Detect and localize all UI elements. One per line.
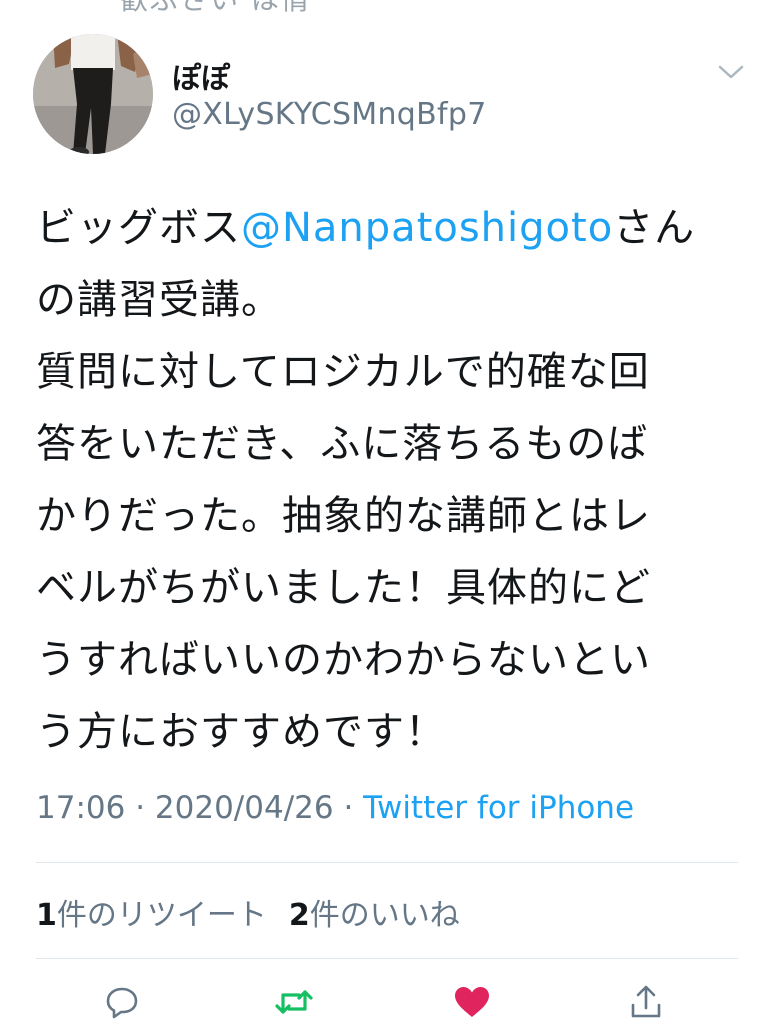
avatar[interactable] (33, 34, 153, 154)
share-button[interactable] (626, 982, 666, 1022)
tweet-text-segment: さん (613, 205, 696, 251)
divider (36, 862, 738, 863)
tweet-text: ビッグボス@Nanpatoshigotoさん の講習受講。 質問に対してロジカル… (36, 192, 748, 768)
meta-separator: · (333, 790, 364, 826)
reply-icon (106, 987, 138, 1019)
tweet-line: かりだった。抽象的な講師とはレ (36, 493, 651, 539)
tweet-source-link[interactable]: Twitter for iPhone (363, 790, 634, 826)
tweet-date: 2020/04/26 (154, 790, 334, 826)
chevron-down-icon[interactable] (716, 62, 746, 82)
like-button[interactable] (452, 982, 492, 1022)
reply-button[interactable] (102, 982, 142, 1022)
tweet-line: ベルがちがいました！具体的にど (36, 565, 651, 611)
tweet-text-segment: ビッグボス (36, 205, 241, 251)
retweet-stat[interactable]: 1件のリツイート (36, 898, 267, 933)
heart-icon (455, 987, 489, 1017)
engagement-stats: 1件のリツイート 2件のいいね (36, 890, 460, 934)
tweet-line: 質問に対してロジカルで的確な回 (36, 349, 650, 395)
like-label: 件のいいね (309, 898, 460, 933)
user-display-name[interactable]: ぽぽ (172, 55, 230, 97)
meta-separator: · (125, 790, 155, 826)
like-count: 2 (288, 898, 310, 933)
mention-link[interactable]: @Nanpatoshigoto (241, 205, 613, 251)
tweet-time: 17:06 (36, 790, 126, 826)
retweet-label: 件のリツイート (56, 898, 267, 933)
like-stat[interactable]: 2件のいいね (289, 898, 460, 933)
tweet-meta: 17:06 · 2020/04/26 · Twitter for iPhone (36, 790, 634, 826)
tweet-line: う方におすすめです！ (36, 709, 446, 755)
tweet-line: うすればいいのかわからないとい (36, 637, 651, 683)
tweet-line: の講習受講。 (36, 277, 282, 323)
user-handle[interactable]: @XLySKYCSMnqBfp7 (172, 97, 487, 132)
clipped-previous-tweet-text: 歓ぶさい は情 (120, 0, 311, 18)
retweet-count: 1 (36, 898, 57, 933)
share-icon (631, 985, 661, 1018)
avatar-photo (33, 34, 153, 154)
tweet-line: 答をいただき、ふに落ちるものば (36, 421, 649, 467)
retweet-button[interactable] (274, 982, 314, 1022)
retweet-icon (275, 990, 313, 1014)
tweet-line: ビッグボス@Nanpatoshigotoさん (36, 192, 748, 264)
divider (36, 958, 738, 959)
